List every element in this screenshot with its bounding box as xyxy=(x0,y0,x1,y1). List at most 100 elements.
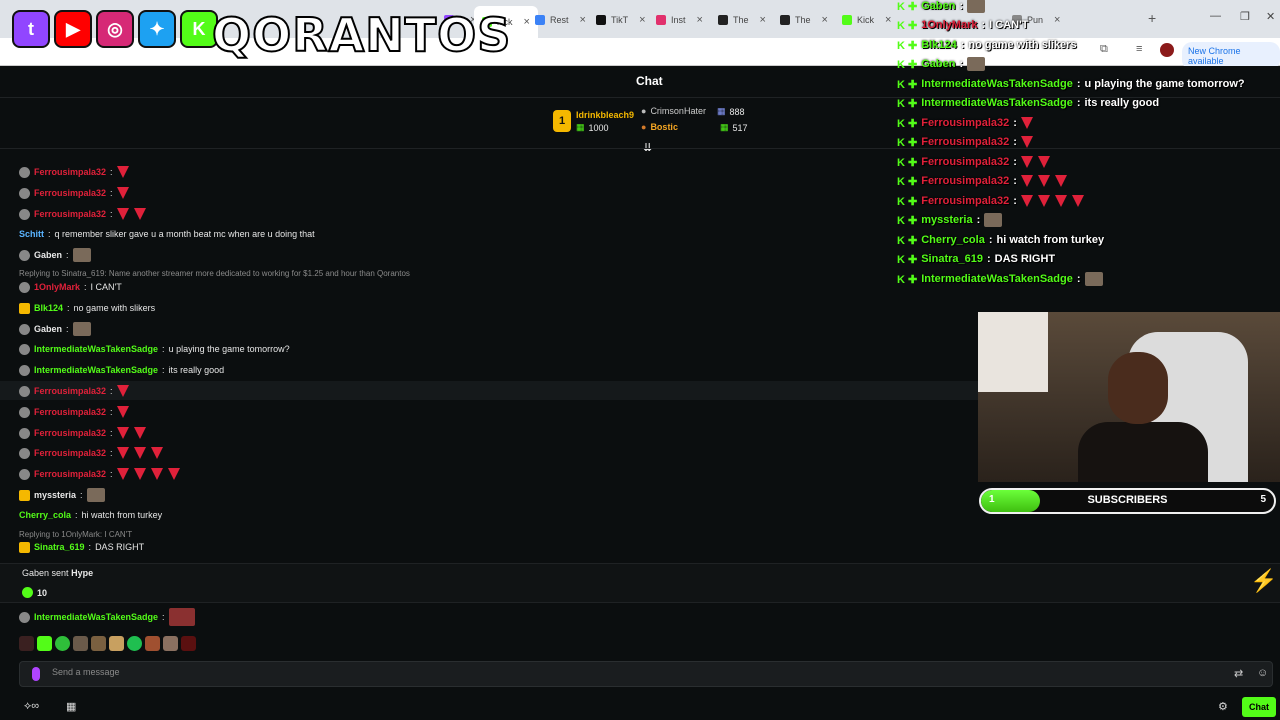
leaderboard-first[interactable]: Idrinkbleach9 xyxy=(576,110,634,120)
close-tab-icon[interactable]: × xyxy=(760,14,766,26)
overlay-username: Gaben xyxy=(921,58,956,70)
settings-gear-icon[interactable]: ⚙ xyxy=(1218,700,1228,713)
infinity-icon[interactable]: ⟡∞ xyxy=(24,700,39,713)
kick-badge-icon: K ✚ xyxy=(897,195,918,208)
pinned-username[interactable]: IntermediateWasTakenSadge xyxy=(34,612,158,622)
close-tab-icon[interactable]: × xyxy=(524,16,530,28)
chat-message-text: u playing the game tomorrow? xyxy=(168,344,290,354)
sub-goal-label: SUBSCRIBERS xyxy=(1087,494,1168,506)
close-window-icon[interactable]: ✕ xyxy=(1266,10,1275,23)
queue-icon[interactable]: ≡ xyxy=(1136,43,1148,55)
chat-username[interactable]: myssteria xyxy=(34,490,76,500)
chat-username[interactable]: Blk124 xyxy=(34,303,63,313)
chat-username[interactable]: Ferrousimpala32 xyxy=(34,167,106,177)
close-tab-icon[interactable]: × xyxy=(639,14,645,26)
store-icon[interactable]: ▦ xyxy=(66,700,76,713)
new-tab-button[interactable]: + xyxy=(1148,10,1156,26)
user-badge-icon xyxy=(19,323,30,335)
send-chat-button[interactable]: Chat xyxy=(1242,697,1276,717)
watermelon-emote-icon xyxy=(1020,174,1034,188)
message-input[interactable] xyxy=(52,667,1202,677)
chat-username[interactable]: Ferrousimpala32 xyxy=(34,428,106,438)
overlay-username: IntermediateWasTakenSadge xyxy=(921,273,1073,285)
microphone-icon[interactable] xyxy=(32,667,40,681)
browser-tab[interactable]: The × xyxy=(718,8,766,32)
user-badge-icon xyxy=(19,281,30,293)
chat-username[interactable]: Ferrousimpala32 xyxy=(34,407,106,417)
watermelon-emote-icon xyxy=(116,384,130,398)
kick-badge-icon: K ✚ xyxy=(897,39,918,52)
watermelon-emote-icon xyxy=(116,426,130,440)
overlay-chat-message: K ✚ IntermediateWasTakenSadge: xyxy=(897,270,1103,288)
chat-username[interactable]: Ferrousimpala32 xyxy=(34,448,106,458)
overlay-chat-message: K ✚ Ferrousimpala32: xyxy=(897,153,1051,171)
emote-icon[interactable] xyxy=(91,636,106,651)
emote-icon[interactable] xyxy=(73,636,88,651)
chat-message: Cherry_cola: hi watch from turkey xyxy=(19,510,163,520)
translate-icon[interactable]: ⇄ xyxy=(1234,667,1243,680)
leaderboard-rank-badge: 1 xyxy=(553,110,571,132)
leaderboard-third[interactable]: ● Bostic xyxy=(641,122,678,132)
browser-tab[interactable]: The × xyxy=(780,8,828,32)
emote-icon[interactable] xyxy=(55,636,70,651)
chat-username[interactable]: IntermediateWasTakenSadge xyxy=(34,344,158,354)
emote-icon[interactable] xyxy=(145,636,160,651)
leaderboard-second[interactable]: ● CrimsonHater xyxy=(641,106,706,116)
chat-username[interactable]: Gaben xyxy=(34,324,62,334)
webcam-feed xyxy=(978,312,1280,482)
browser-tab-label: Rest xyxy=(550,15,569,25)
chat-username[interactable]: Schitt xyxy=(19,229,44,239)
chat-username[interactable]: Sinatra_619 xyxy=(34,542,85,552)
watermelon-emote-icon xyxy=(133,446,147,460)
user-badge-icon xyxy=(19,249,30,261)
browser-tab[interactable]: Kick × xyxy=(842,8,891,32)
close-tab-icon[interactable]: × xyxy=(1054,14,1060,26)
chat-username[interactable]: Gaben xyxy=(34,250,62,260)
watermelon-emote-icon xyxy=(1054,174,1068,188)
emote-icon[interactable] xyxy=(127,636,142,651)
r-icon xyxy=(535,15,545,25)
close-tab-icon[interactable]: × xyxy=(885,14,891,26)
chat-message-text: DAS RIGHT xyxy=(95,542,145,552)
watermelon-emote-icon xyxy=(116,165,130,179)
watermelon-emote-icon xyxy=(116,186,130,200)
webcam-person-body xyxy=(1078,422,1208,482)
emote-icon[interactable] xyxy=(37,636,52,651)
reply-context[interactable]: Replying to Sinatra_619: Name another st… xyxy=(19,269,410,278)
browser-tab[interactable]: TikT × xyxy=(596,8,646,32)
extensions-icon[interactable]: ⧉ xyxy=(1100,43,1112,55)
close-tab-icon[interactable]: × xyxy=(580,14,586,26)
close-tab-icon[interactable]: × xyxy=(822,14,828,26)
leaderboard-second-user: CrimsonHater xyxy=(650,106,706,116)
chat-username[interactable]: Ferrousimpala32 xyxy=(34,188,106,198)
instagram-icon xyxy=(656,15,666,25)
user-badge-icon xyxy=(19,468,30,480)
browser-tab[interactable]: Inst × xyxy=(656,8,703,32)
chat-username[interactable]: Ferrousimpala32 xyxy=(34,386,106,396)
close-tab-icon[interactable]: × xyxy=(697,14,703,26)
chat-username[interactable]: IntermediateWasTakenSadge xyxy=(34,365,158,375)
emote-image xyxy=(168,608,195,626)
chat-message: 1OnlyMark: I CAN'T xyxy=(19,278,122,296)
chat-username[interactable]: 1OnlyMark xyxy=(34,282,80,292)
chat-username[interactable]: Ferrousimpala32 xyxy=(34,209,106,219)
chat-username[interactable]: Ferrousimpala32 xyxy=(34,469,106,479)
emoji-icon[interactable]: ☺ xyxy=(1257,667,1268,679)
emote-icon[interactable] xyxy=(181,636,196,651)
browser-tab[interactable]: Rest × xyxy=(535,8,586,32)
github-icon xyxy=(718,15,728,25)
emote-icon[interactable] xyxy=(163,636,178,651)
emote-icon[interactable] xyxy=(19,636,34,651)
emote-icon[interactable] xyxy=(109,636,124,651)
emote-image xyxy=(72,248,91,262)
overlay-username: IntermediateWasTakenSadge xyxy=(921,78,1073,90)
overlay-message-text: hi watch from turkey xyxy=(996,234,1105,246)
reply-context[interactable]: Replying to 1OnlyMark: I CAN'T xyxy=(19,530,132,539)
minimize-icon[interactable]: — xyxy=(1210,10,1221,22)
watermelon-emote-icon xyxy=(133,467,147,481)
watermelon-emote-icon xyxy=(116,207,130,221)
maximize-icon[interactable]: ❐ xyxy=(1240,10,1250,23)
chat-username[interactable]: Cherry_cola xyxy=(19,510,71,520)
profile-avatar[interactable] xyxy=(1160,43,1174,57)
webcam-person-head xyxy=(1108,352,1168,424)
